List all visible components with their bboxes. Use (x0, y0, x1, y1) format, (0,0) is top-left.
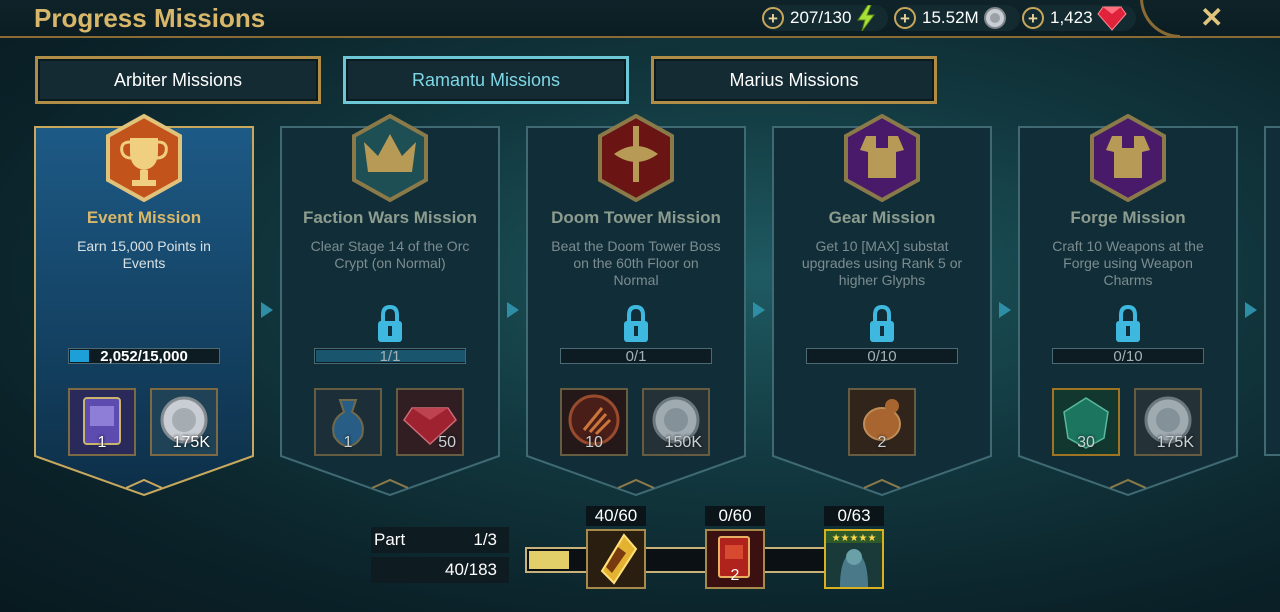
top-bar: Progress Missions + 207/130 + 15.52M + 1… (0, 0, 1280, 38)
mission-progress-text: 0/1 (625, 348, 647, 365)
mission-title: Gear Mission (828, 208, 936, 227)
milestone-reward-champion[interactable]: ★★★★★ (824, 529, 884, 589)
reward-silver[interactable]: 175K (150, 388, 218, 456)
reward-quantity: 10 (585, 434, 603, 451)
corner-ornament (1140, 0, 1180, 38)
lock-icon (624, 304, 648, 342)
mission-progress-bar: 0/1 (560, 348, 712, 365)
mission-progress-text: 1/1 (379, 348, 401, 365)
reward-quantity: 150K (664, 434, 702, 451)
svg-text:★★★★★: ★★★★★ (832, 533, 877, 544)
silver-coin-icon (983, 7, 1006, 29)
gems-resource: + 1,423 (1022, 5, 1136, 31)
mission-card-event[interactable]: Event Mission Earn 15,000 Points in Even… (34, 114, 254, 496)
reward-tome[interactable]: 1 (68, 388, 136, 456)
mission-title: Event Mission (86, 208, 202, 227)
card-ornament (126, 478, 162, 489)
reward-chicken[interactable]: 2 (848, 388, 916, 456)
close-button[interactable]: ✕ (1200, 1, 1223, 34)
shard-icon (600, 533, 638, 585)
energy-bolt-icon (857, 5, 876, 31)
next-arrow-icon (753, 302, 765, 318)
reward-quantity: 50 (438, 434, 456, 451)
tab-marius-missions[interactable]: Marius Missions (651, 56, 937, 104)
lock-icon (378, 304, 402, 342)
crown-icon (352, 114, 428, 202)
mission-title: Doom Tower Mission (551, 208, 721, 227)
champion-icon: ★★★★★ (826, 531, 882, 587)
card-ornament (618, 478, 654, 489)
add-gems-button[interactable]: + (1022, 7, 1044, 29)
mission-description: Clear Stage 14 of the Orc Crypt (on Norm… (310, 238, 470, 271)
milestone-reward-book[interactable]: 2 (705, 529, 765, 589)
reward-doom-key[interactable]: 10 (560, 388, 628, 456)
add-silver-button[interactable]: + (894, 7, 916, 29)
silver-resource: + 15.52M (894, 5, 1020, 31)
reward-gems[interactable]: 50 (396, 388, 464, 456)
part-progress-bar (525, 547, 830, 573)
mission-progress-bar: 2,052/15,000 (68, 348, 220, 365)
reward-quantity: 30 (1077, 434, 1095, 451)
silver-value: 15.52M (922, 8, 979, 27)
mission-progress-text: 0/10 (867, 348, 897, 365)
armor-icon (844, 114, 920, 202)
card-ornament (372, 478, 408, 489)
mission-description: Earn 15,000 Points in Events (77, 238, 211, 271)
card-ornament (1110, 478, 1146, 489)
mission-card-forge[interactable]: Forge Mission Craft 10 Weapons at the Fo… (1018, 114, 1238, 496)
part-value: 1/3 (473, 530, 497, 549)
trophy-icon (106, 114, 182, 202)
mission-description: Beat the Doom Tower Boss on the 60th Flo… (551, 238, 721, 288)
reward-potion[interactable]: 1 (314, 388, 382, 456)
mission-description: Get 10 [MAX] substat upgrades using Rank… (801, 238, 963, 288)
milestone-reward-shard[interactable] (586, 529, 646, 589)
mission-progress-bar: 0/10 (1052, 348, 1204, 365)
reward-quantity: 175K (1156, 434, 1194, 451)
next-arrow-icon (999, 302, 1011, 318)
armor-icon (1090, 114, 1166, 202)
milestone-label: 0/60 (705, 506, 765, 526)
next-arrow-icon (1245, 302, 1257, 318)
points-value: 40/183 (445, 560, 497, 579)
mission-card-doom-tower[interactable]: Doom Tower Mission Beat the Doom Tower B… (526, 114, 746, 496)
mission-description: Craft 10 Weapons at the Forge using Weap… (1052, 238, 1204, 288)
milestone-label: 40/60 (586, 506, 646, 526)
milestone-label: 0/63 (824, 506, 884, 526)
gems-value: 1,423 (1050, 8, 1093, 27)
doom-tower-icon (598, 114, 674, 202)
mission-title: Faction Wars Mission (302, 208, 478, 227)
points-indicator: 40/183 (371, 557, 509, 583)
mission-progress-bar: 0/10 (806, 348, 958, 365)
ruby-gem-icon (1096, 6, 1127, 31)
tab-ramantu-missions[interactable]: Ramantu Missions (343, 56, 629, 104)
mission-progress-text: 0/10 (1113, 348, 1143, 365)
mission-card-gear[interactable]: Gear Mission Get 10 [MAX] substat upgrad… (772, 114, 992, 496)
lock-icon (1116, 304, 1140, 342)
part-indicator: Part 1/3 (371, 527, 509, 553)
mission-card-faction-wars[interactable]: Faction Wars Mission Clear Stage 14 of t… (280, 114, 500, 496)
mission-progress-text: 2,052/15,000 (100, 348, 188, 365)
mission-progress-bar: 1/1 (314, 348, 466, 365)
next-arrow-icon (507, 302, 519, 318)
reward-quantity: 2 (877, 434, 887, 451)
mission-title: Forge Mission (1070, 208, 1186, 227)
reward-quantity: 1 (343, 434, 353, 451)
part-label: Part (374, 530, 406, 549)
reward-silver[interactable]: 175K (1134, 388, 1202, 456)
energy-resource: + 207/130 (762, 5, 888, 31)
next-arrow-icon (261, 302, 273, 318)
card-ornament (864, 478, 900, 489)
mission-card-partial[interactable] (1264, 126, 1280, 456)
lock-icon (870, 304, 894, 342)
tab-arbiter-missions[interactable]: Arbiter Missions (35, 56, 321, 104)
reward-green-gem[interactable]: 30 (1052, 388, 1120, 456)
page-title: Progress Missions (34, 3, 266, 33)
reward-quantity: 175K (172, 434, 210, 451)
reward-silver[interactable]: 150K (642, 388, 710, 456)
reward-quantity: 1 (97, 434, 107, 451)
add-energy-button[interactable]: + (762, 7, 784, 29)
milestone-quantity: 2 (730, 567, 740, 584)
energy-value: 207/130 (790, 8, 852, 27)
